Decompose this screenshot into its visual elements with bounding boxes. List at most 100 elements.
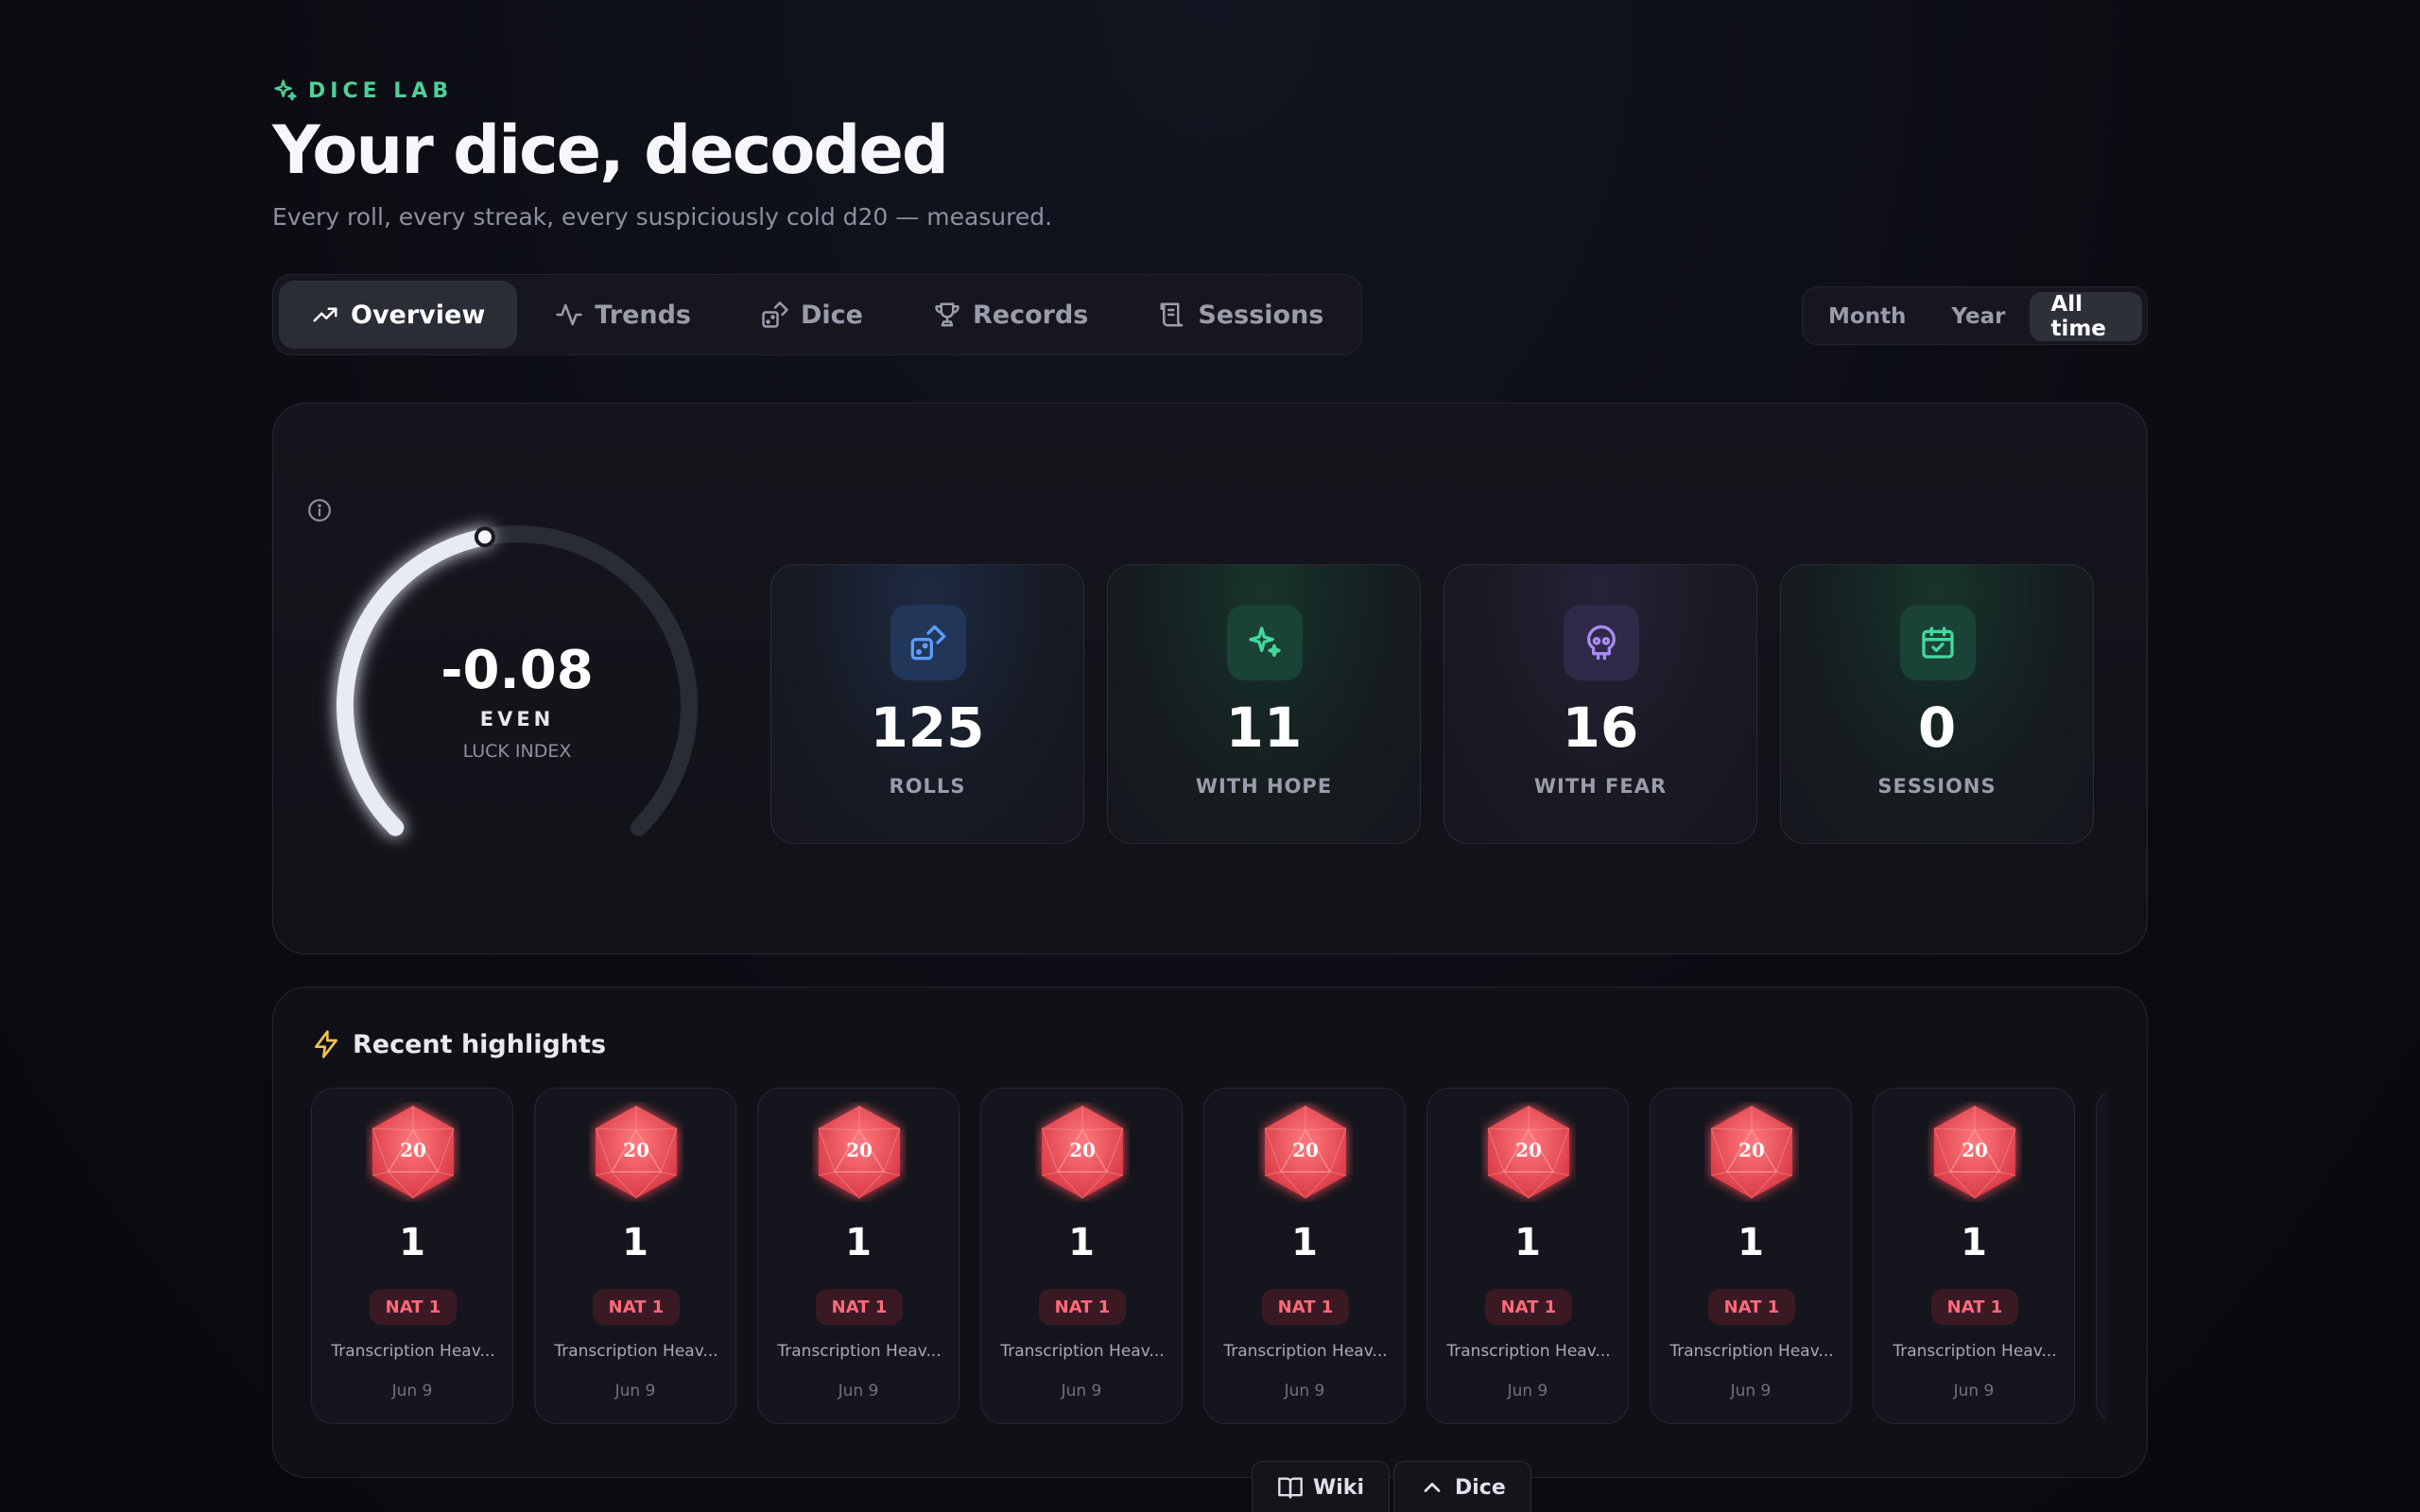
- roll-value: 1: [622, 1221, 648, 1264]
- d20-icon: 20: [595, 1106, 678, 1199]
- roll-date: Jun 9: [1730, 1382, 1772, 1400]
- die-face: 20: [846, 1139, 873, 1161]
- range-month[interactable]: Month: [1807, 292, 1927, 341]
- page-subtitle: Every roll, every streak, every suspicio…: [272, 203, 1053, 231]
- tab-overview[interactable]: Overview: [279, 281, 518, 349]
- tab-sessions[interactable]: Sessions: [1126, 281, 1356, 349]
- time-range-toggle: Month Year All time: [1802, 286, 2148, 345]
- skull-icon: [1587, 625, 1616, 661]
- tab-records[interactable]: Records: [901, 281, 1120, 349]
- highlight-card[interactable]: 20 1 NAT 1 Transcription Heav... Jun 9: [980, 1088, 1183, 1424]
- roll-source: Transcription Heav...: [777, 1342, 942, 1361]
- calendar-check-icon: [1922, 627, 1954, 659]
- luck-gauge: [336, 525, 698, 836]
- dice-lab-page: DICE LAB Your dice, decoded Every roll, …: [272, 0, 2148, 1512]
- activity-icon: [556, 303, 583, 326]
- die-face: 20: [1069, 1139, 1096, 1161]
- dice-icon: [762, 301, 788, 328]
- wiki-button[interactable]: Wiki: [1252, 1461, 1390, 1512]
- stat-value: 16: [1562, 696, 1639, 760]
- highlight-card[interactable]: 20 1 NAT 1 Transcription Heav... Jun 9: [1203, 1088, 1406, 1424]
- nat1-badge: NAT 1: [1485, 1289, 1572, 1325]
- d20-icon: 20: [818, 1106, 901, 1199]
- die-face: 20: [1515, 1139, 1542, 1161]
- highlight-card[interactable]: 20 1 NAT 1 Transcription Heav... Jun 9: [1426, 1088, 1629, 1424]
- gauge-knob: [474, 526, 495, 548]
- luck-value: -0.08: [441, 640, 594, 701]
- roll-source: Transcription Heav...: [554, 1342, 718, 1361]
- eyebrow: DICE LAB: [272, 77, 453, 104]
- scroll-icon: [1160, 302, 1184, 327]
- roll-date: Jun 9: [391, 1382, 433, 1400]
- highlight-card[interactable]: 20 1 NAT 1 Transcription Heav... Jun 9: [757, 1088, 959, 1424]
- luck-label: LUCK INDEX: [462, 741, 572, 762]
- roll-value: 1: [1068, 1221, 1095, 1264]
- tab-trends[interactable]: Trends: [523, 281, 723, 349]
- highlight-card[interactable]: [2096, 1088, 2105, 1424]
- tab-dice[interactable]: Dice: [729, 281, 895, 349]
- roll-source: Transcription Heav...: [1446, 1342, 1611, 1361]
- stat-icon-box: [1900, 605, 1976, 680]
- roll-source: Transcription Heav...: [1669, 1342, 1834, 1361]
- page-title: Your dice, decoded: [272, 112, 949, 189]
- highlight-card[interactable]: 20 1 NAT 1 Transcription Heav... Jun 9: [1650, 1088, 1852, 1424]
- tab-bar: Overview Trends Dice Records Sessions: [272, 274, 1363, 355]
- d20-icon: 20: [1710, 1106, 1793, 1199]
- roll-date: Jun 9: [1284, 1382, 1325, 1400]
- nat1-badge: NAT 1: [370, 1289, 457, 1325]
- roll-value: 1: [1961, 1221, 1987, 1264]
- nat1-badge: NAT 1: [1931, 1289, 2018, 1325]
- dice-tray-button[interactable]: Dice: [1393, 1461, 1531, 1512]
- range-all-time[interactable]: All time: [2030, 292, 2142, 341]
- wiki-label: Wiki: [1313, 1475, 1364, 1500]
- d20-icon: 20: [372, 1106, 455, 1199]
- roll-source: Transcription Heav...: [1223, 1342, 1388, 1361]
- d20-icon: 20: [1933, 1106, 2016, 1199]
- tab-label: Dice: [801, 300, 863, 330]
- highlight-card[interactable]: 20 1 NAT 1 Transcription Heav... Jun 9: [534, 1088, 736, 1424]
- trophy-icon: [935, 302, 959, 327]
- nat1-badge: NAT 1: [1708, 1289, 1795, 1325]
- overview-panel: -0.08 EVEN LUCK INDEX 125 ROLLS 11 WITH …: [272, 403, 2148, 954]
- roll-source: Transcription Heav...: [331, 1342, 495, 1361]
- roll-value: 1: [399, 1221, 425, 1264]
- chevron-up-icon: [1424, 1483, 1441, 1492]
- highlight-card[interactable]: 20 1 NAT 1 Transcription Heav... Jun 9: [311, 1088, 513, 1424]
- roll-date: Jun 9: [614, 1382, 656, 1400]
- highlight-card[interactable]: 20 1 NAT 1 Transcription Heav... Jun 9: [1873, 1088, 2075, 1424]
- dice-label: Dice: [1455, 1475, 1506, 1500]
- highlights-list[interactable]: 20 1 NAT 1 Transcription Heav... Jun 9 20 1 NAT…: [311, 1088, 2105, 1428]
- nat1-badge: NAT 1: [1039, 1289, 1126, 1325]
- stat-label: WITH HOPE: [1195, 775, 1333, 798]
- tab-label: Overview: [351, 300, 486, 330]
- roll-date: Jun 9: [838, 1382, 879, 1400]
- highlights-heading: Recent highlights: [311, 1029, 606, 1059]
- die-face: 20: [623, 1139, 649, 1161]
- d20-icon: 20: [1487, 1106, 1570, 1199]
- sparkles-icon: [274, 79, 297, 101]
- nat1-badge: NAT 1: [816, 1289, 903, 1325]
- dice-icon: [910, 625, 946, 661]
- luck-verdict: EVEN: [479, 708, 555, 730]
- stat-sessions: 0 SESSIONS: [1780, 564, 2094, 844]
- roll-value: 1: [1737, 1221, 1764, 1264]
- eyebrow-label: DICE LAB: [308, 78, 454, 103]
- roll-value: 1: [1291, 1221, 1318, 1264]
- stat-icon-box: [1227, 605, 1303, 680]
- stat-value: 125: [870, 696, 985, 760]
- roll-date: Jun 9: [1953, 1382, 1995, 1400]
- die-face: 20: [1292, 1139, 1319, 1161]
- stat-icon-box: [890, 605, 966, 680]
- roll-source: Transcription Heav...: [1893, 1342, 2057, 1361]
- stat-with-hope: 11 WITH HOPE: [1107, 564, 1421, 844]
- range-year[interactable]: Year: [1930, 292, 2026, 341]
- stat-value: 0: [1917, 696, 1957, 760]
- roll-value: 1: [845, 1221, 872, 1264]
- stat-label: ROLLS: [889, 775, 966, 798]
- trending-up-icon: [313, 307, 337, 322]
- stat-label: SESSIONS: [1877, 775, 1996, 798]
- roll-value: 1: [1514, 1221, 1541, 1264]
- tab-label: Trends: [595, 300, 691, 330]
- tab-label: Sessions: [1198, 300, 1324, 330]
- stat-icon-box: [1564, 605, 1639, 680]
